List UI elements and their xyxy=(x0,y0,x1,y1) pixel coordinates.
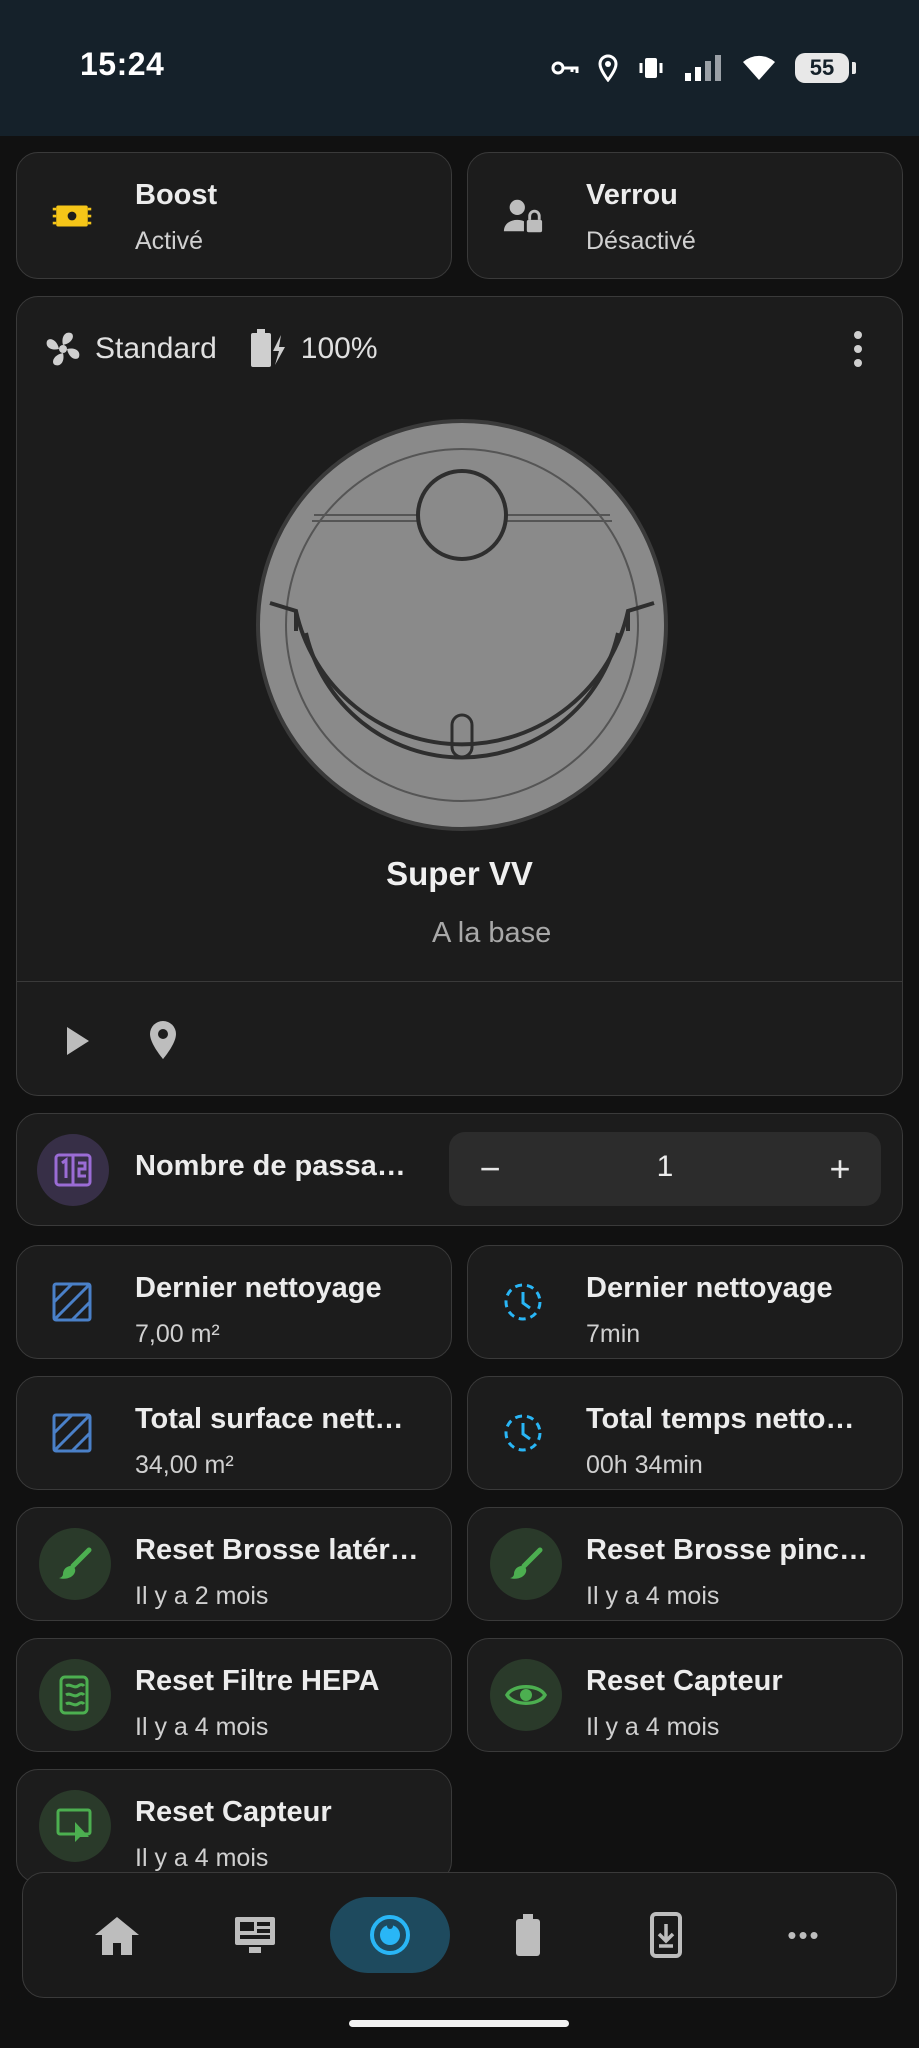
status-time: 15:24 xyxy=(80,46,165,82)
fan-mode-label[interactable]: Standard xyxy=(95,332,217,366)
phone-download-icon xyxy=(650,1912,682,1958)
sensor-tile-total-area[interactable]: Total surface nett… 34,00 m² xyxy=(16,1376,452,1490)
card-divider xyxy=(17,981,902,982)
tile-value: Il y a 4 mois xyxy=(135,1713,269,1741)
home-indicator[interactable] xyxy=(349,2020,569,2027)
brush-icon xyxy=(59,1547,92,1579)
signal-icon xyxy=(685,55,721,81)
tile-title: Verrou xyxy=(586,179,678,211)
tile-value: 7min xyxy=(586,1320,641,1348)
passes-icon-wrap xyxy=(37,1133,109,1206)
vibrate-icon xyxy=(639,58,663,78)
tile-value: 00h 34min xyxy=(586,1451,703,1479)
tile-state: Activé xyxy=(135,227,204,255)
battery-level: 100% xyxy=(300,332,378,365)
touch-icon-wrap xyxy=(39,1790,111,1862)
brush-icon-wrap xyxy=(490,1528,562,1600)
nav-battery[interactable] xyxy=(468,1897,588,1973)
battery-icon xyxy=(516,1914,540,1956)
reset-hepa-filter-tile[interactable]: Reset Filtre HEPA Il y a 4 mois xyxy=(16,1638,452,1752)
vacuum-name: Super VV xyxy=(386,855,533,892)
clock-icon xyxy=(502,1412,544,1454)
tile-title: Total surface nett… xyxy=(135,1403,404,1435)
bottom-nav: ••• xyxy=(22,1872,897,1998)
vacuum-icon xyxy=(370,1915,410,1955)
vacuum-header: Standard 100% xyxy=(41,327,378,371)
sensor-tile-last-time[interactable]: Dernier nettoyage 7min xyxy=(467,1245,903,1359)
tile-title: Reset Capteur xyxy=(135,1796,332,1828)
dashboard-icon xyxy=(235,1917,275,1953)
reset-main-brush-tile[interactable]: Reset Brosse pinc… Il y a 4 mois xyxy=(467,1507,903,1621)
battery-indicator: 55 xyxy=(795,53,856,83)
tile-value: 7,00 m² xyxy=(135,1320,220,1348)
area-icon xyxy=(51,1281,93,1323)
vacuum-card: Standard 100% Super VV A la base xyxy=(16,296,903,1096)
chip-icon xyxy=(51,195,93,237)
counter-icon xyxy=(54,1153,92,1186)
account-lock-icon xyxy=(502,195,544,237)
reset-sensor-tile[interactable]: Reset Capteur Il y a 4 mois xyxy=(467,1638,903,1752)
clock-icon xyxy=(502,1281,544,1323)
tile-title: Reset Filtre HEPA xyxy=(135,1665,380,1697)
increment-button[interactable]: + xyxy=(803,1132,877,1206)
robot-vacuum-image[interactable] xyxy=(252,415,672,835)
air-filter-icon xyxy=(59,1675,89,1715)
more-icon: ••• xyxy=(787,1919,821,1950)
boost-tile[interactable]: Boost Activé xyxy=(16,152,452,279)
brush-icon-wrap xyxy=(39,1528,111,1600)
brush-icon xyxy=(510,1547,543,1579)
location-icon xyxy=(598,54,618,82)
nav-phone-download[interactable] xyxy=(606,1897,726,1973)
tile-value: 34,00 m² xyxy=(135,1451,234,1479)
fan-icon[interactable] xyxy=(41,327,85,371)
tile-title: Dernier nettoyage xyxy=(135,1272,382,1304)
tile-value: Il y a 2 mois xyxy=(135,1582,269,1610)
wifi-icon xyxy=(743,55,775,80)
filter-icon-wrap xyxy=(39,1659,111,1731)
nav-vacuum[interactable] xyxy=(330,1897,450,1973)
status-bar: 15:24 55 xyxy=(0,0,919,136)
passes-stepper: − 1 + xyxy=(449,1132,881,1206)
tile-title: Total temps netto… xyxy=(586,1403,855,1435)
play-icon[interactable] xyxy=(63,1025,91,1057)
eye-icon xyxy=(505,1685,547,1705)
sensor-tile-total-time[interactable]: Total temps netto… 00h 34min xyxy=(467,1376,903,1490)
tile-value: Il y a 4 mois xyxy=(135,1844,269,1872)
eye-icon-wrap xyxy=(490,1659,562,1731)
tile-title: Dernier nettoyage xyxy=(586,1272,833,1304)
screen-touch-icon xyxy=(56,1808,92,1842)
nav-more[interactable]: ••• xyxy=(744,1897,864,1973)
area-icon xyxy=(51,1412,93,1454)
tile-value: Il y a 4 mois xyxy=(586,1713,720,1741)
home-icon xyxy=(95,1917,139,1955)
tile-state: Désactivé xyxy=(586,227,696,255)
nav-home[interactable] xyxy=(57,1897,177,1973)
vacuum-status: A la base xyxy=(432,917,552,949)
more-options-icon[interactable] xyxy=(852,329,864,369)
passes-label: Nombre de passa… xyxy=(135,1150,406,1182)
key-icon xyxy=(551,61,579,75)
reset-sensor-tile-2[interactable]: Reset Capteur Il y a 4 mois xyxy=(16,1769,452,1883)
sensor-tile-last-area[interactable]: Dernier nettoyage 7,00 m² xyxy=(16,1245,452,1359)
reset-side-brush-tile[interactable]: Reset Brosse latér… Il y a 2 mois xyxy=(16,1507,452,1621)
lock-tile[interactable]: Verrou Désactivé xyxy=(467,152,903,279)
tile-value: Il y a 4 mois xyxy=(586,1582,720,1610)
tile-title: Reset Capteur xyxy=(586,1665,783,1697)
map-marker-icon[interactable] xyxy=(147,1019,179,1061)
tile-title: Reset Brosse pinc… xyxy=(586,1534,869,1566)
passes-row: Nombre de passa… − 1 + xyxy=(16,1113,903,1226)
tile-title: Reset Brosse latér… xyxy=(135,1534,419,1566)
status-icons: 55 xyxy=(551,48,856,88)
battery-charging-icon xyxy=(250,329,285,367)
nav-dashboard[interactable] xyxy=(195,1897,315,1973)
tile-title: Boost xyxy=(135,179,218,211)
